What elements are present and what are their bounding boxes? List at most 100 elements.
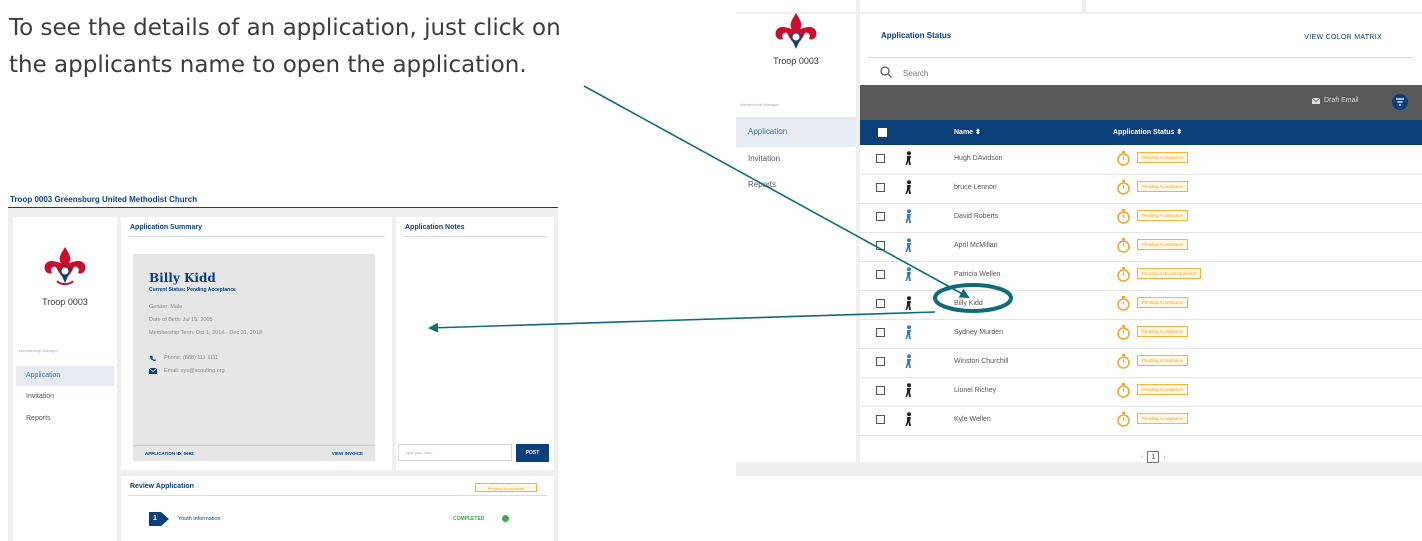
applicant-name-link[interactable]: Hugh DAvidson	[954, 155, 1003, 162]
note-input[interactable]: Type your note...	[398, 444, 512, 461]
table-row[interactable]: Lionel Richey Pending Acceptance	[860, 377, 1422, 407]
divider	[128, 236, 385, 237]
row-checkbox[interactable]	[876, 299, 885, 308]
filter-icon[interactable]	[1392, 94, 1408, 110]
applicant-name-link[interactable]: Kyle Wellen	[954, 416, 991, 423]
sidebar-item-invitation[interactable]: Invitation	[16, 387, 114, 407]
column-name-sort[interactable]: Name ⬍	[954, 128, 981, 136]
email-row: Email: sys@scouting.org	[149, 368, 225, 374]
row-checkbox[interactable]	[876, 212, 885, 221]
stopwatch-icon	[1117, 296, 1130, 311]
status-badge: Pending Acceptance	[1137, 210, 1189, 221]
table-row[interactable]: Billy Kidd Pending Acceptance	[860, 290, 1422, 320]
divider	[128, 495, 547, 496]
person-icon	[905, 296, 911, 310]
applicant-name-link[interactable]: David Roberts	[954, 213, 998, 220]
status-badge: Pending Acceptance	[1137, 326, 1189, 337]
status-badge: Pending Acceptance	[475, 483, 537, 492]
view-color-matrix-link[interactable]: VIEW COLOR MATRIX	[1304, 34, 1382, 41]
person-icon	[905, 238, 911, 252]
page-number[interactable]: 1	[1147, 451, 1160, 463]
current-status: Current Status: Pending Acceptance	[149, 287, 236, 293]
applicant-name-link[interactable]: bruce Lennon	[954, 184, 997, 191]
row-checkbox[interactable]	[876, 386, 885, 395]
row-checkbox[interactable]	[876, 241, 885, 250]
sidebar-item-application[interactable]: Application	[16, 366, 114, 386]
column-status-sort[interactable]: Application Status ⬍	[1113, 128, 1182, 136]
summary-body: Billy Kidd Current Status: Pending Accep…	[133, 254, 375, 461]
sidebar-item-application[interactable]: Application	[736, 117, 856, 147]
phone-text: Phone: (888) 111 1111	[164, 355, 219, 361]
table-row[interactable]: April McMillan Pending Acceptance	[860, 232, 1422, 262]
phone-icon	[150, 355, 156, 361]
main-panel: Application Status VIEW COLOR MATRIX Dra…	[860, 14, 1422, 463]
sidebar: Troop 0003 Membership Manager Applicatio…	[13, 217, 117, 541]
status-badge: Pending Acceptance	[1137, 181, 1189, 192]
divider	[403, 236, 547, 237]
row-checkbox[interactable]	[876, 415, 885, 424]
status-badge: Pending Acceptance	[1137, 152, 1189, 163]
applicant-name-link[interactable]: Sydney Murden	[954, 329, 1003, 336]
table-row[interactable]: Patricia Wellen Pending Acknowledgement	[860, 261, 1422, 291]
applicant-name-link[interactable]: Lionel Richey	[954, 387, 996, 394]
next-page-icon[interactable]: ›	[1163, 454, 1165, 461]
applicant-name-link[interactable]: April McMillan	[954, 242, 998, 249]
status-badge: Pending Acknowledgement	[1137, 268, 1202, 279]
table-row[interactable]: bruce Lennon Pending Acceptance	[860, 174, 1422, 204]
sidebar: Troop 0003 Membership Manager Applicatio…	[736, 13, 856, 462]
column-status: Application Status	[1113, 129, 1175, 136]
row-checkbox[interactable]	[876, 328, 885, 337]
application-status-screenshot: Troop 0003 Membership Manager Applicatio…	[736, 0, 1422, 476]
application-notes-card: Application Notes	[396, 217, 554, 470]
table-row[interactable]: Winston Churchill Pending Acceptance	[860, 348, 1422, 378]
status-badge: Pending Acceptance	[1137, 384, 1189, 395]
applicant-name-link[interactable]: Patricia Wellen	[954, 271, 1001, 278]
applicant-name-link[interactable]: Billy Kidd	[954, 300, 983, 307]
troop-label: Troop 0003	[42, 297, 88, 307]
row-checkbox[interactable]	[876, 357, 885, 366]
select-all-checkbox[interactable]	[878, 128, 887, 137]
person-icon	[905, 151, 911, 165]
top-strip	[1086, 0, 1422, 12]
date-of-birth: Date of Birth: Jul 15, 2005	[149, 317, 213, 323]
table-row[interactable]: Hugh DAvidson Pending Acceptance	[860, 145, 1422, 175]
phone-row: Phone: (888) 111 1111	[149, 355, 218, 361]
table-row[interactable]: Sydney Murden Pending Acceptance	[860, 319, 1422, 349]
stopwatch-icon	[1117, 151, 1130, 166]
table-header: Name ⬍ Application Status ⬍	[860, 120, 1422, 145]
pagination: ‹ 1 ›	[1141, 451, 1166, 463]
sidebar-item-reports[interactable]: Reports	[16, 409, 114, 429]
sidebar-item-reports[interactable]: Reports	[736, 170, 856, 200]
step-number: 1	[149, 512, 161, 526]
stopwatch-icon	[1117, 412, 1130, 427]
post-button[interactable]: POST	[516, 444, 549, 462]
membership-term: Membership Term: Oct 1, 2018 - Dec 31, 2…	[149, 330, 263, 336]
search-input[interactable]	[903, 66, 1103, 80]
step-status: COMPLETED	[453, 516, 485, 522]
draft-email-button[interactable]: Draft Email	[1312, 97, 1359, 104]
table-row[interactable]: Kyle Wellen Pending Acceptance	[860, 406, 1422, 436]
step-label[interactable]: Youth information	[178, 516, 221, 522]
row-checkbox[interactable]	[876, 270, 885, 279]
bsa-logo-icon	[775, 13, 817, 49]
person-icon	[905, 209, 911, 223]
step-arrow-icon	[161, 512, 169, 526]
applicant-name-link[interactable]: Winston Churchill	[954, 358, 1008, 365]
notes-title: Application Notes	[405, 224, 465, 231]
person-icon	[905, 412, 911, 426]
application-detail-screenshot: Troop 0003 Greensburg United Methodist C…	[8, 192, 558, 541]
page-title: Troop 0003 Greensburg United Methodist C…	[8, 192, 558, 208]
email-text: Email: sys@scouting.org	[164, 368, 225, 374]
row-checkbox[interactable]	[876, 154, 885, 163]
table-row[interactable]: David Roberts Pending Acceptance	[860, 203, 1422, 233]
top-strip	[860, 0, 1082, 12]
stopwatch-icon	[1117, 354, 1130, 369]
status-badge: Pending Acceptance	[1137, 413, 1189, 424]
application-id: APPLICATION ID: 5693	[145, 451, 194, 456]
status-badge: Pending Acceptance	[1137, 239, 1189, 250]
view-invoice-link[interactable]: VIEW INVOICE	[332, 451, 363, 456]
row-checkbox[interactable]	[876, 183, 885, 192]
prev-page-icon[interactable]: ‹	[1141, 454, 1143, 461]
mail-icon	[1312, 97, 1320, 104]
applicant-name: Billy Kidd	[149, 271, 216, 285]
